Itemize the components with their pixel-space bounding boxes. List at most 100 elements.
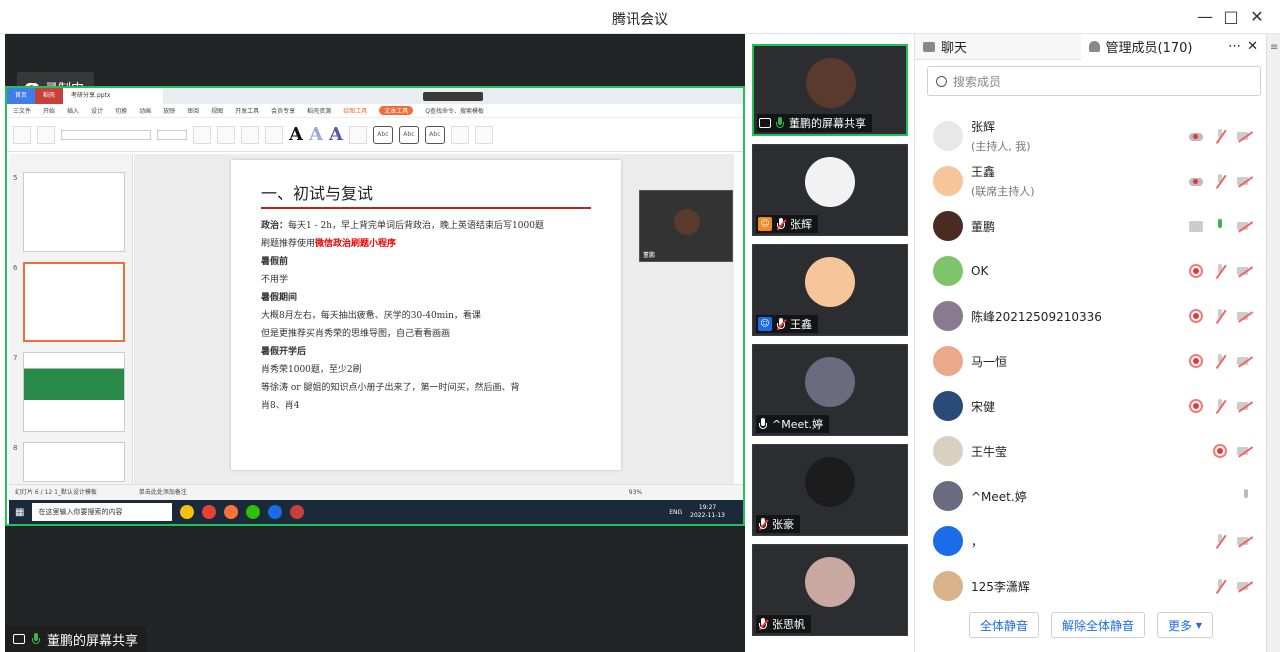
minimize-icon[interactable]: —: [1194, 6, 1216, 28]
menu-drawing-tools[interactable]: 绘图工具: [343, 106, 367, 115]
record-icon[interactable]: [1189, 309, 1203, 323]
floating-camera[interactable]: 董鹏: [639, 190, 733, 262]
mic-icon[interactable]: [1213, 219, 1227, 233]
bold-icon[interactable]: [193, 125, 211, 144]
close-panel-icon[interactable]: ✕: [1247, 39, 1258, 54]
camera-off-icon[interactable]: [1237, 265, 1253, 277]
wps-tab-file[interactable]: 考研分享.pptx: [63, 88, 164, 104]
close-icon[interactable]: ✕: [1246, 6, 1268, 28]
mic-muted-icon[interactable]: [1213, 264, 1227, 278]
notes-hint[interactable]: 单击此处添加备注: [139, 489, 187, 496]
menu-text-tools[interactable]: 文本工具: [379, 106, 414, 115]
align-icon[interactable]: [241, 125, 259, 144]
menu-resources[interactable]: 稻壳资源: [307, 106, 331, 115]
member-row[interactable]: 宋健: [915, 384, 1267, 428]
shape-fill-icon[interactable]: [450, 125, 469, 144]
camera-off-icon[interactable]: [1237, 580, 1253, 592]
font-size-select[interactable]: [157, 129, 187, 140]
menu-animation[interactable]: 动画: [139, 106, 151, 115]
menu-search[interactable]: Q查找命令、搜索模板: [425, 106, 484, 115]
cloud-record-icon[interactable]: [1189, 176, 1203, 186]
member-row[interactable]: ^Meet.婷: [915, 474, 1267, 518]
member-row[interactable]: OK: [915, 249, 1267, 293]
menu-review[interactable]: 审阅: [187, 106, 199, 115]
font-select[interactable]: [61, 129, 151, 140]
member-row[interactable]: ，: [915, 519, 1267, 563]
record-icon[interactable]: [1189, 264, 1203, 278]
member-row[interactable]: 王鑫 (联席主持人): [915, 159, 1267, 203]
text-style-a-light-icon[interactable]: A: [309, 124, 323, 145]
list-icon[interactable]: [265, 125, 283, 144]
video-tile[interactable]: ^Meet.婷: [752, 344, 908, 436]
menu-insert[interactable]: 插入: [67, 106, 79, 115]
mic-muted-icon[interactable]: [1213, 399, 1227, 413]
chrome-icon[interactable]: [202, 505, 217, 519]
mic-muted-icon[interactable]: [1213, 309, 1227, 323]
more-button[interactable]: 更多 ▼: [1157, 612, 1214, 638]
mic-icon[interactable]: [1239, 489, 1253, 503]
menu-view[interactable]: 视图: [211, 106, 223, 115]
italic-icon[interactable]: [217, 125, 235, 144]
tab-chat[interactable]: 聊天: [915, 34, 1081, 60]
mic-muted-icon[interactable]: [1213, 129, 1227, 143]
mic-muted-icon[interactable]: [1213, 174, 1227, 188]
menu-member[interactable]: 会员专享: [271, 106, 295, 115]
cloud-record-icon[interactable]: [1189, 131, 1203, 141]
text-style-a-blue-icon[interactable]: A: [329, 124, 343, 145]
menu-file[interactable]: 三文件: [13, 106, 31, 115]
shape-style-3[interactable]: Abc: [424, 125, 445, 144]
slide-thumb-selected[interactable]: [23, 262, 125, 342]
shape-style-2[interactable]: Abc: [398, 125, 419, 144]
menu-transition[interactable]: 切换: [115, 106, 127, 115]
member-row[interactable]: 张辉 (主持人, 我): [915, 114, 1267, 158]
taskbar-search[interactable]: 在这里输入你要搜索的内容: [32, 503, 173, 521]
menu-slideshow[interactable]: 放映: [163, 106, 175, 115]
camera-off-icon[interactable]: [1237, 355, 1253, 367]
menu-icon[interactable]: ≡: [1270, 42, 1278, 53]
video-tile[interactable]: 张思帆: [752, 544, 908, 636]
windows-start-icon[interactable]: ▦: [15, 507, 24, 518]
video-tile[interactable]: ☺ 张辉: [752, 144, 908, 236]
wps-tab-docer[interactable]: 稻壳: [35, 88, 64, 104]
meeting-icon[interactable]: [268, 505, 283, 519]
shape-style-1[interactable]: Abc: [372, 125, 393, 144]
camera-off-icon[interactable]: [1237, 445, 1253, 457]
textbox-icon[interactable]: [13, 125, 31, 144]
member-row[interactable]: 陈峰20212509210336: [915, 294, 1267, 338]
slide-thumb[interactable]: [23, 442, 125, 482]
video-tile[interactable]: 董鹏的屏幕共享: [752, 44, 908, 136]
firefox-icon[interactable]: [224, 505, 239, 519]
camera-off-icon[interactable]: [1237, 535, 1253, 547]
camera-off-icon[interactable]: [1237, 175, 1253, 187]
maximize-icon[interactable]: □: [1220, 6, 1242, 28]
camera-off-icon[interactable]: [1237, 130, 1253, 142]
camera-off-icon[interactable]: [1237, 400, 1253, 412]
wps-icon[interactable]: [290, 505, 305, 519]
folder-icon[interactable]: [180, 505, 195, 519]
menu-home[interactable]: 开始: [43, 106, 55, 115]
member-row[interactable]: 马一恒: [915, 339, 1267, 383]
text-style-a-black-icon[interactable]: A: [289, 124, 303, 145]
record-icon[interactable]: [1189, 399, 1203, 413]
mic-muted-icon[interactable]: [1213, 534, 1227, 548]
record-icon[interactable]: [1189, 354, 1203, 368]
mute-all-button[interactable]: 全体静音: [968, 612, 1039, 638]
mic-muted-icon[interactable]: [1213, 354, 1227, 368]
arrange-icon[interactable]: [474, 125, 493, 144]
slide-canvas[interactable]: 一、初试与复试 政治：每天1 - 2h，早上背完单词后背政治，晚上英语结束后写1…: [231, 160, 621, 470]
tab-members[interactable]: 管理成员(170) ⋯ ✕: [1080, 33, 1266, 60]
text-fill-icon[interactable]: [348, 125, 367, 144]
wps-tab-home[interactable]: 首页: [7, 88, 36, 104]
mic-muted-icon[interactable]: [1213, 579, 1227, 593]
format-painter-icon[interactable]: [37, 125, 55, 144]
slide-thumb[interactable]: [23, 352, 125, 432]
member-row[interactable]: 王牛莹: [915, 429, 1267, 473]
member-row[interactable]: 125李潇辉: [915, 564, 1267, 608]
camera-off-icon[interactable]: [1237, 220, 1253, 232]
menu-devtools[interactable]: 开发工具: [235, 106, 259, 115]
share-toolbar[interactable]: [423, 91, 484, 101]
unmute-all-button[interactable]: 解除全体静音: [1051, 612, 1146, 638]
more-icon[interactable]: ⋯: [1228, 39, 1241, 54]
menu-design[interactable]: 设计: [91, 106, 103, 115]
record-icon[interactable]: [1213, 444, 1227, 458]
